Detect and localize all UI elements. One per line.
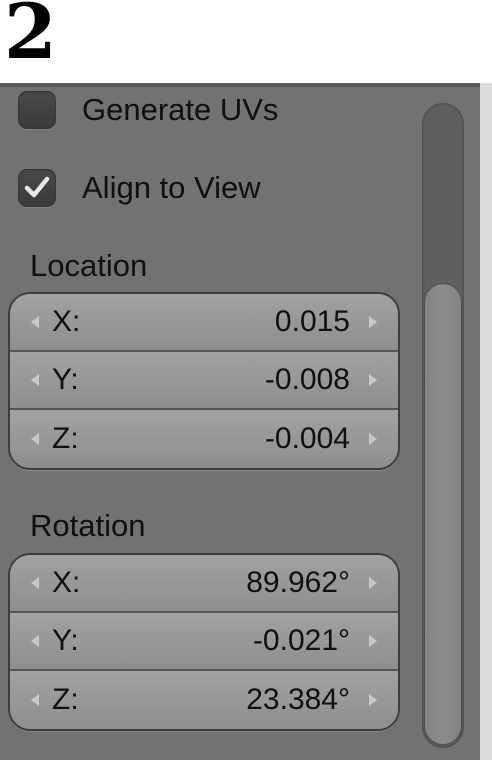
location-heading: Location (30, 248, 148, 283)
axis-label: Z: (52, 422, 79, 455)
triangle-left-icon[interactable] (30, 373, 40, 387)
location-fields: X: 0.015 Y: -0.008 Z: -0.004 (8, 292, 400, 470)
align-to-view-option[interactable]: Align to View (18, 166, 261, 210)
checkmark-icon (24, 176, 50, 198)
axis-label: Y: (52, 363, 79, 396)
scrollbar-thumb[interactable] (424, 283, 462, 745)
generate-uvs-checkbox[interactable] (18, 91, 56, 129)
rotation-x-value: 89.962° (246, 566, 350, 599)
triangle-right-icon[interactable] (368, 693, 378, 707)
triangle-right-icon[interactable] (368, 576, 378, 590)
rotation-fields: X: 89.962° Y: -0.021° Z: 23.384° (8, 553, 400, 731)
rotation-y-value: -0.021° (252, 624, 350, 657)
location-x-field[interactable]: X: 0.015 (10, 294, 398, 352)
triangle-left-icon[interactable] (30, 315, 40, 329)
triangle-left-icon[interactable] (30, 693, 40, 707)
generate-uvs-option[interactable]: Generate UVs (18, 88, 278, 132)
rotation-heading: Rotation (30, 508, 146, 543)
rotation-z-value: 23.384° (246, 683, 350, 716)
rotation-x-field[interactable]: X: 89.962° (10, 555, 398, 613)
generate-uvs-label: Generate UVs (82, 92, 279, 127)
location-z-value: -0.004 (264, 422, 350, 455)
location-y-field[interactable]: Y: -0.008 (10, 352, 398, 410)
panel-edge (480, 83, 492, 760)
triangle-left-icon[interactable] (30, 634, 40, 648)
align-to-view-checkbox[interactable] (18, 169, 56, 207)
triangle-left-icon[interactable] (30, 576, 40, 590)
axis-label: Z: (52, 683, 79, 716)
axis-label: X: (52, 305, 81, 338)
rotation-z-field[interactable]: Z: 23.384° (10, 671, 398, 729)
triangle-right-icon[interactable] (368, 432, 378, 446)
align-to-view-label: Align to View (82, 170, 261, 205)
triangle-right-icon[interactable] (368, 373, 378, 387)
triangle-right-icon[interactable] (368, 634, 378, 648)
location-x-value: 0.015 (274, 305, 350, 338)
triangle-right-icon[interactable] (368, 315, 378, 329)
axis-label: X: (52, 566, 81, 599)
triangle-left-icon[interactable] (30, 432, 40, 446)
location-y-value: -0.008 (264, 363, 350, 396)
step-number: 2 (4, 0, 57, 76)
axis-label: Y: (52, 624, 79, 657)
location-z-field[interactable]: Z: -0.004 (10, 410, 398, 468)
rotation-y-field[interactable]: Y: -0.021° (10, 613, 398, 671)
